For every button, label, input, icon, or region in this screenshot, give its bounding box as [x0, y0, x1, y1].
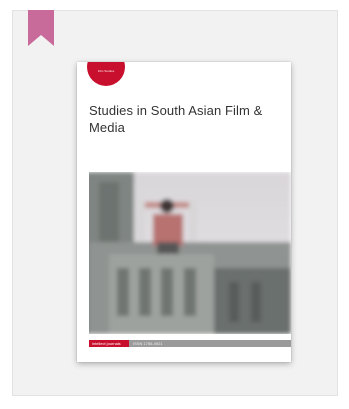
journal-title: Studies in South Asian Film & Media — [89, 103, 263, 135]
cover-photo — [89, 172, 291, 334]
footer-issn: ISSN 1756-4921 — [133, 341, 163, 346]
footer-brand: intellect journals — [92, 341, 121, 346]
publisher-badge: Film Studies — [87, 62, 125, 86]
badge-text: Film Studies — [97, 69, 115, 73]
journal-cover[interactable]: Film Studies Studies in South Asian Film… — [77, 62, 291, 362]
bookmark-icon[interactable] — [28, 10, 54, 46]
cover-footer: intellect journals ISSN 1756-4921 — [89, 340, 291, 347]
